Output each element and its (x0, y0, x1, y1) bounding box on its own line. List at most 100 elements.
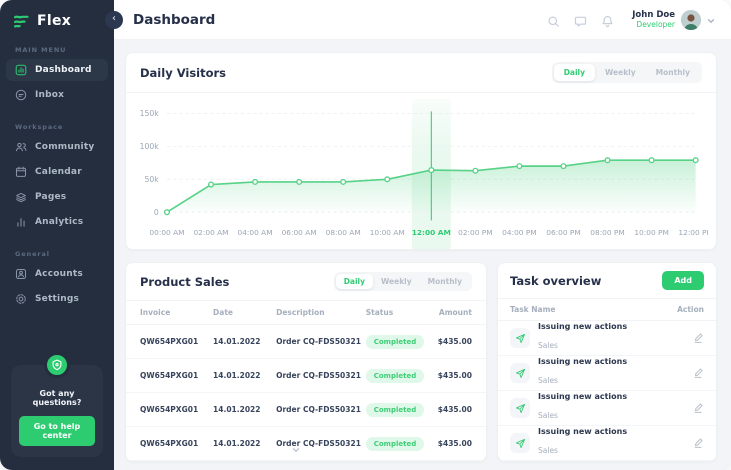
sidebar-item-accounts[interactable]: Accounts (6, 263, 108, 285)
task-subtitle: Sales (538, 341, 558, 350)
sidebar-item-label: Pages (35, 192, 66, 202)
sidebar-section-general: General (15, 250, 114, 258)
sidebar-item-label: Calendar (35, 167, 82, 177)
task-subtitle: Sales (538, 376, 558, 385)
column-header: Task Name (510, 305, 556, 314)
task-title: Issuing new actions (538, 427, 627, 437)
description-cell: Order CQ-FDS50321 (276, 371, 366, 380)
tasks-title: Task overview (510, 274, 601, 288)
status-badge: Completed (366, 437, 425, 451)
sidebar-item-analytics[interactable]: Analytics (6, 211, 108, 233)
sidebar-section-workspace: Workspace (15, 123, 114, 131)
list-item[interactable]: Issuing new actions Sales (498, 391, 716, 426)
svg-text:04:00 AM: 04:00 AM (238, 228, 273, 237)
description-cell: Order CQ-FDS50321 (276, 439, 366, 448)
visitors-tab-weekly[interactable]: Weekly (595, 64, 646, 81)
sidebar-item-settings[interactable]: Settings (6, 288, 108, 310)
table-row[interactable]: QW654PXG01 14.01.2022 Order CQ-FDS50321 … (126, 393, 486, 427)
analytics-icon (15, 216, 27, 228)
search-icon[interactable] (547, 13, 560, 26)
task-title: Issuing new actions (538, 357, 627, 367)
date-cell: 14.01.2022 (213, 371, 276, 380)
content: Daily Visitors Daily Weekly Monthly 150k… (114, 40, 731, 470)
sales-tab-weekly[interactable]: Weekly (373, 274, 420, 289)
table-row[interactable]: QW654PXG01 14.01.2022 Order CQ-FDS50321 … (126, 359, 486, 393)
avatar (681, 10, 701, 30)
invoice-cell: QW654PXG01 (140, 337, 213, 346)
edit-icon[interactable] (692, 364, 704, 383)
status-badge: Completed (366, 335, 425, 349)
help-center-button[interactable]: Go to help center (19, 416, 95, 446)
list-item[interactable]: Issuing new actions Sales (498, 321, 716, 356)
chat-icon[interactable] (574, 13, 587, 26)
svg-text:50k: 50k (144, 175, 159, 184)
community-icon (15, 141, 27, 153)
dashboard-icon (15, 64, 27, 76)
add-task-button[interactable]: Add (662, 271, 704, 290)
svg-text:02:00 PM: 02:00 PM (458, 228, 492, 237)
amount-cell: $435.00 (425, 371, 471, 380)
brand-name: Flex (37, 13, 71, 29)
task-title: Issuing new actions (538, 392, 627, 402)
table-row[interactable]: QW654PXG01 14.01.2022 Order CQ-FDS50321 … (126, 427, 486, 461)
sidebar: Flex MAIN MENU Dashboard Inbox Workspace… (0, 0, 114, 470)
sidebar-collapse-button[interactable]: ‹ (105, 11, 123, 29)
sidebar-item-pages[interactable]: Pages (6, 186, 108, 208)
status-badge: Completed (366, 369, 425, 383)
list-item[interactable]: Issuing new actions Sales (498, 356, 716, 391)
description-cell: Order CQ-FDS50321 (276, 337, 366, 346)
svg-text:00:00 AM: 00:00 AM (149, 228, 184, 237)
paper-plane-icon (510, 433, 530, 453)
user-menu[interactable]: John Doe Developer (632, 10, 715, 30)
svg-text:08:00 PM: 08:00 PM (590, 228, 624, 237)
app-window: Flex MAIN MENU Dashboard Inbox Workspace… (0, 0, 731, 470)
edit-icon[interactable] (692, 399, 704, 418)
list-item[interactable]: Issuing new actions Sales (498, 426, 716, 461)
column-header: Description (276, 308, 366, 317)
visitors-tab-daily[interactable]: Daily (554, 64, 595, 81)
svg-text:0: 0 (154, 208, 159, 217)
sales-table-header: Invoice Date Description Status Amount (126, 300, 486, 325)
column-header: Date (213, 308, 276, 317)
shield-icon (44, 352, 70, 378)
visitors-tab-group: Daily Weekly Monthly (552, 62, 702, 83)
edit-icon[interactable] (692, 434, 704, 453)
svg-text:02:00 AM: 02:00 AM (193, 228, 228, 237)
description-cell: Order CQ-FDS50321 (276, 405, 366, 414)
topbar: Dashboard John Doe Developer (114, 0, 731, 40)
calendar-icon (15, 166, 27, 178)
svg-text:10:00 PM: 10:00 PM (634, 228, 668, 237)
sidebar-item-label: Settings (35, 294, 79, 304)
table-row[interactable]: QW654PXG01 14.01.2022 Order CQ-FDS50321 … (126, 325, 486, 359)
main-area: Dashboard John Doe Developer (114, 0, 731, 470)
sidebar-item-community[interactable]: Community (6, 136, 108, 158)
task-title: Issuing new actions (538, 322, 627, 332)
svg-text:100k: 100k (140, 142, 160, 151)
sales-tab-daily[interactable]: Daily (336, 274, 373, 289)
svg-text:04:00 PM: 04:00 PM (502, 228, 536, 237)
sidebar-item-label: Dashboard (35, 65, 92, 75)
paper-plane-icon (510, 363, 530, 383)
amount-cell: $435.00 (425, 405, 471, 414)
paper-plane-icon (510, 398, 530, 418)
expand-more-icon[interactable] (292, 439, 300, 458)
column-header: Invoice (140, 308, 213, 317)
paper-plane-icon (510, 328, 530, 348)
user-name: John Doe (632, 10, 675, 21)
sidebar-item-inbox[interactable]: Inbox (6, 84, 108, 106)
svg-text:12:00 AM: 12:00 AM (412, 228, 451, 237)
tasks-table-header: Task Name Action (498, 298, 716, 321)
bell-icon[interactable] (601, 13, 614, 26)
column-header: Amount (425, 308, 471, 317)
edit-icon[interactable] (692, 329, 704, 348)
sales-tab-monthly[interactable]: Monthly (420, 274, 470, 289)
sidebar-item-calendar[interactable]: Calendar (6, 161, 108, 183)
invoice-cell: QW654PXG01 (140, 371, 213, 380)
sidebar-item-dashboard[interactable]: Dashboard (6, 59, 108, 81)
sidebar-item-label: Analytics (35, 217, 83, 227)
svg-text:08:00 AM: 08:00 AM (326, 228, 361, 237)
daily-visitors-card: Daily Visitors Daily Weekly Monthly 150k… (125, 52, 717, 250)
visitors-tab-monthly[interactable]: Monthly (646, 64, 700, 81)
daily-visitors-chart: 150k100k50k000:00 AM02:00 AM04:00 AM06:0… (132, 97, 708, 251)
column-header: Action (677, 305, 704, 314)
